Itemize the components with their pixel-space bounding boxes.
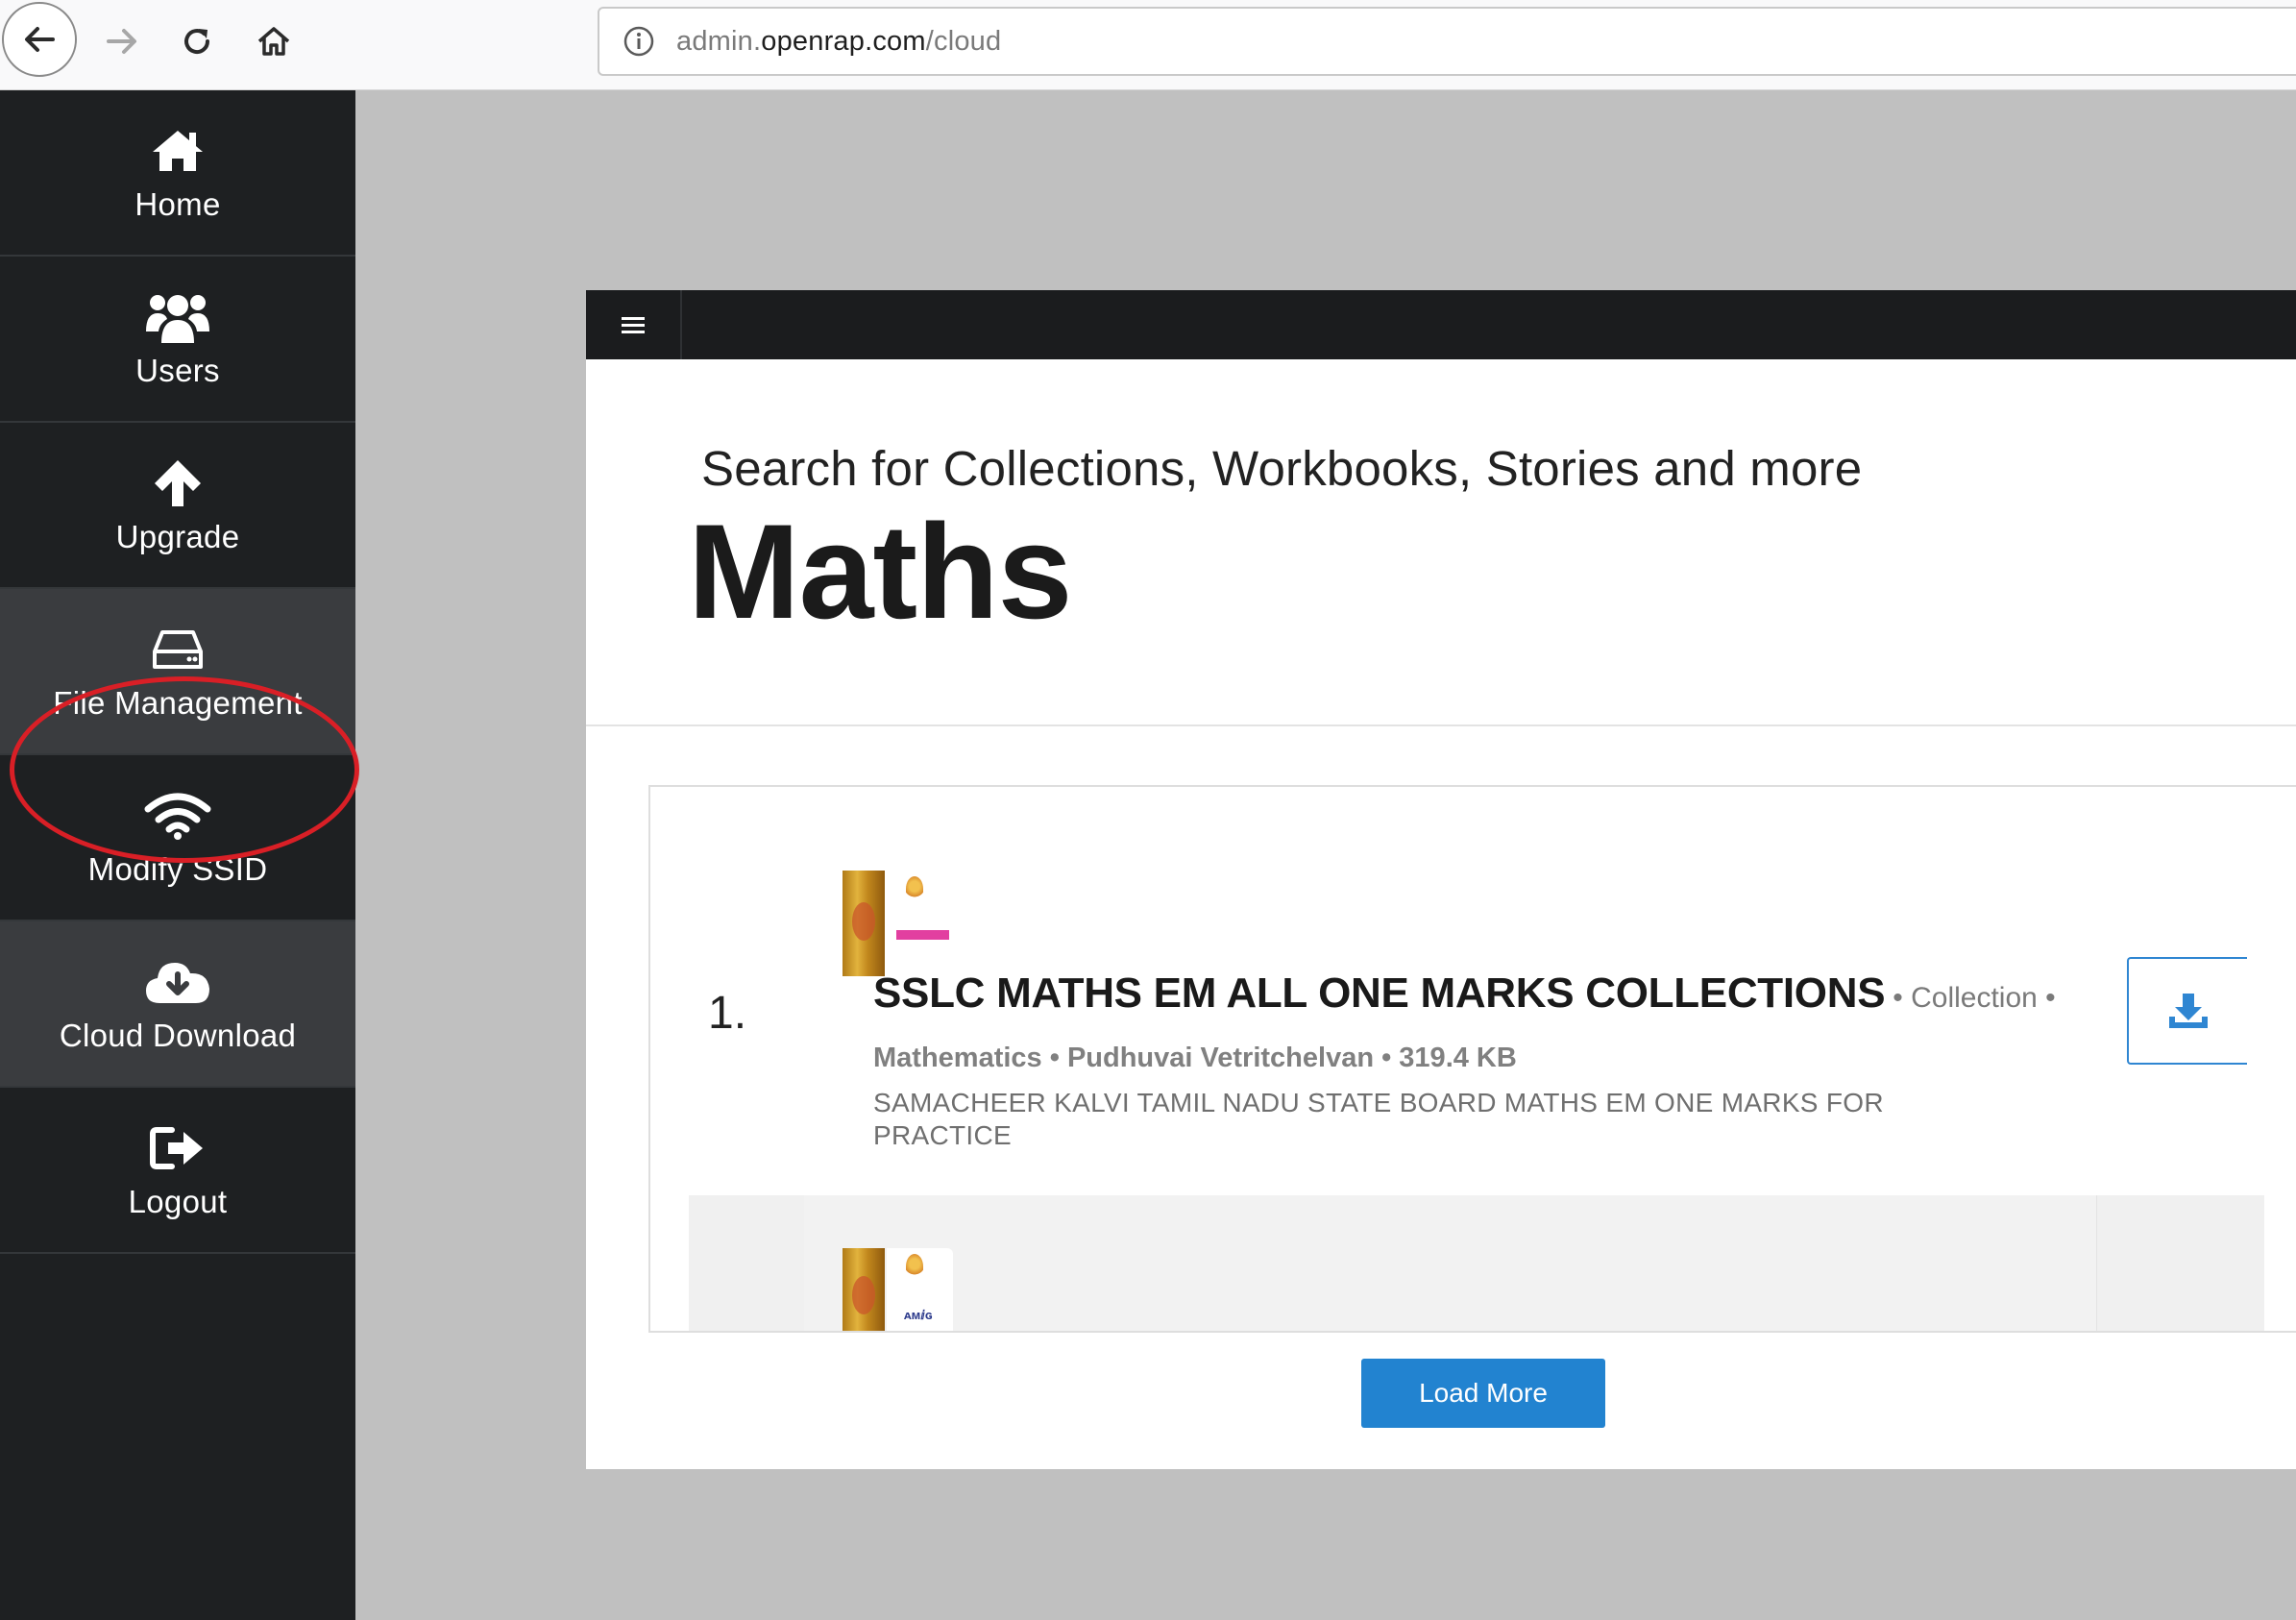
- sidebar-item-upgrade[interactable]: Upgrade: [0, 423, 355, 589]
- wifi-icon: [144, 788, 211, 844]
- result-number: 1.: [708, 988, 747, 1039]
- result-title[interactable]: SSLC MATHS EM ALL ONE MARKS COLLECTIONS: [873, 970, 1886, 1017]
- result-type: • Collection •: [1893, 982, 2056, 1014]
- menu-button[interactable]: [586, 290, 682, 359]
- main-content: Search for Collections, Workbooks, Stori…: [586, 359, 2296, 1469]
- result-meta: Mathematics • Pudhuvai Vetritchelvan • 3…: [873, 1043, 1517, 1073]
- browser-home-button[interactable]: [240, 0, 307, 83]
- address-bar[interactable]: admin.openrap.com/cloud: [598, 7, 2296, 76]
- collection-thumbnail[interactable]: ᴀᴍⅈɢ: [843, 1248, 953, 1331]
- sidebar-item-label: Upgrade: [115, 518, 240, 554]
- collection-thumbnail[interactable]: [843, 871, 953, 976]
- url-path: /cloud: [925, 25, 1002, 57]
- result-description: SAMACHEER KALVI TAMIL NADU STATE BOARD M…: [873, 1088, 1884, 1150]
- sidebar-item-label: Modify SSID: [87, 850, 268, 887]
- sidebar-item-logout[interactable]: Logout: [0, 1088, 355, 1254]
- url-text: admin.openrap.com/cloud: [676, 26, 1001, 58]
- sidebar-item-users[interactable]: Users: [0, 257, 355, 423]
- sidebar-item-modify-ssid[interactable]: Modify SSID: [0, 755, 355, 921]
- forward-button[interactable]: [88, 0, 156, 83]
- results-list: 1. SSLC MATHS EM ALL ONE MARKS COLLECTIO…: [648, 785, 2296, 1333]
- load-more-button[interactable]: Load More: [1361, 1359, 1605, 1428]
- search-hint-text: Search for Collections, Workbooks, Stori…: [701, 441, 1863, 496]
- sidebar-item-home[interactable]: Home: [0, 90, 355, 257]
- reload-button[interactable]: [163, 0, 231, 83]
- sidebar-item-cloud-download[interactable]: Cloud Download: [0, 921, 355, 1088]
- arrow-left-icon: [25, 27, 55, 52]
- url-domain: openrap.com: [761, 25, 926, 57]
- sidebar-item-label: Cloud Download: [59, 1017, 297, 1053]
- hard-drive-icon: [151, 622, 205, 677]
- home-outline-icon: [257, 27, 290, 56]
- sidebar-item-label: Users: [135, 352, 220, 388]
- info-icon[interactable]: [623, 25, 655, 58]
- hamburger-icon: [622, 317, 645, 333]
- sign-out-icon: [149, 1120, 207, 1176]
- download-icon: [2168, 994, 2208, 1028]
- back-button[interactable]: [2, 2, 77, 77]
- sidebar-item-label: File Management: [53, 684, 303, 721]
- page-title: Maths: [688, 496, 1072, 647]
- download-button[interactable]: [2127, 957, 2247, 1065]
- users-icon: [144, 289, 211, 345]
- browser-toolbar: admin.openrap.com/cloud: [0, 0, 2296, 90]
- app-header-bar: [586, 290, 2296, 359]
- home-icon: [149, 123, 207, 179]
- reload-icon: [184, 29, 210, 55]
- sidebar-item-file-management[interactable]: File Management: [0, 589, 355, 755]
- cloud-download-icon: [144, 954, 211, 1010]
- sidebar-item-label: Home: [134, 185, 221, 222]
- url-subdomain: admin.: [676, 25, 762, 57]
- result-title-line[interactable]: SSLC MATHS EM ALL ONE MARKS COLLECTIONS •…: [873, 970, 2056, 1018]
- sidebar: Home Users Upgrade File Management Modif…: [0, 90, 359, 1620]
- arrow-up-icon: [151, 455, 205, 511]
- sidebar-item-label: Logout: [128, 1183, 228, 1219]
- divider: [586, 724, 2296, 726]
- arrow-right-icon: [107, 29, 136, 54]
